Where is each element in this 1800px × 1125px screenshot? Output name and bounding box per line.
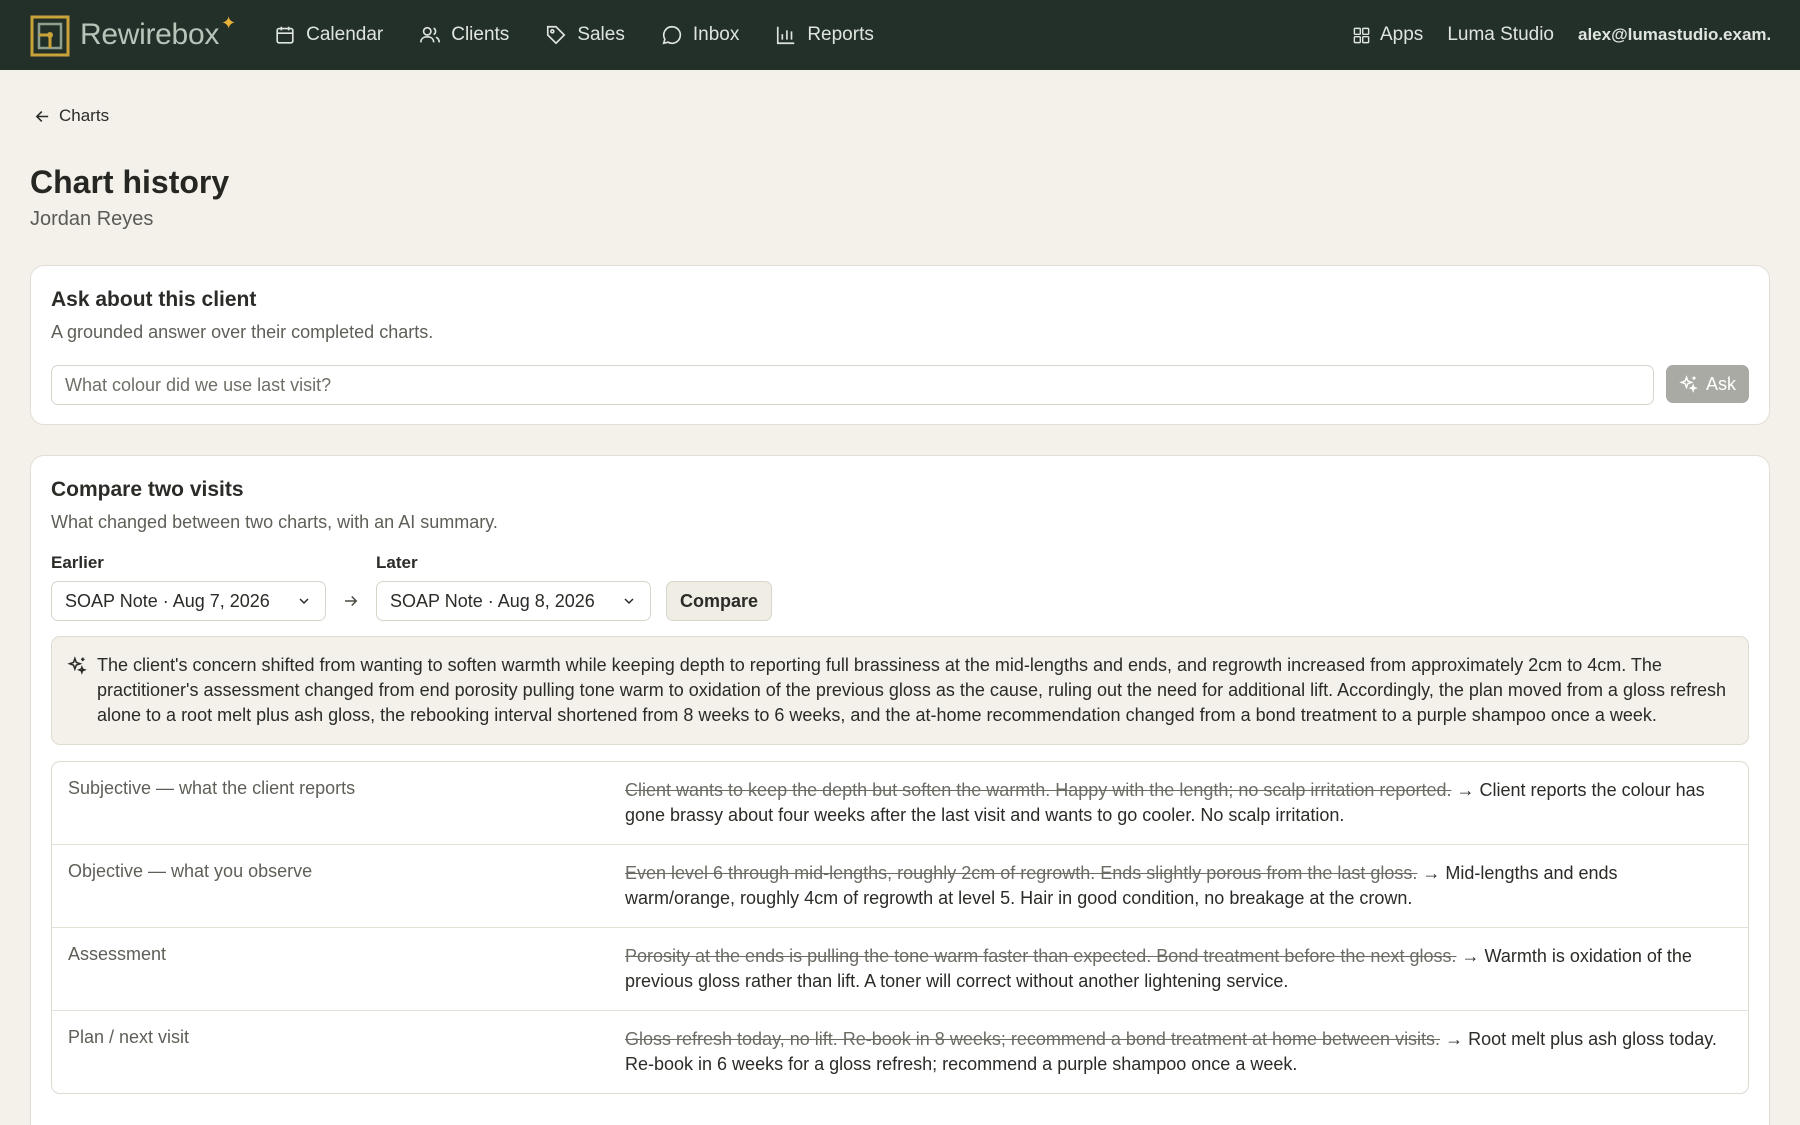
earlier-visit-value: SOAP Note · Aug 7, 2026 xyxy=(65,590,270,611)
earlier-label: Earlier xyxy=(51,553,104,572)
sparkle-icon xyxy=(1679,375,1698,393)
arrow-left-icon xyxy=(35,110,49,122)
later-picker-group: Later SOAP Note · Aug 8, 2026 xyxy=(376,553,651,621)
apps-button[interactable]: Apps xyxy=(1352,24,1423,46)
ask-card-title: Ask about this client xyxy=(51,288,257,311)
ask-client-card: Ask about this client A grounded answer … xyxy=(30,265,1770,425)
compare-card-description: What changed between two charts, with an… xyxy=(51,512,498,532)
nav-item-sales[interactable]: Sales xyxy=(545,24,625,46)
brand-name: Rewirebox xyxy=(80,18,220,51)
ai-summary-text: The client's concern shifted from wantin… xyxy=(97,655,1726,725)
nav-item-clients[interactable]: Clients xyxy=(419,24,509,46)
nav-right: Apps Luma Studio alex@lumastudio.exam... xyxy=(1352,24,1770,46)
back-to-charts-link[interactable]: Charts xyxy=(34,106,109,126)
section-label: Subjective — what the client reports xyxy=(68,778,356,798)
nav-label-reports: Reports xyxy=(807,24,874,45)
workspace-switcher[interactable]: Luma Studio xyxy=(1447,24,1554,46)
ask-button-label: Ask xyxy=(1705,373,1736,394)
change-arrow: → xyxy=(1461,946,1480,966)
earlier-visit-select[interactable]: SOAP Note · Aug 7, 2026 xyxy=(51,581,326,621)
later-label: Later xyxy=(376,553,418,572)
nav-item-reports[interactable]: Reports xyxy=(775,24,874,46)
client-name: Jordan Reyes xyxy=(30,208,154,230)
table-row: Assessment Porosity at the ends is pulli… xyxy=(52,927,1748,1010)
ai-summary: The client's concern shifted from wantin… xyxy=(51,636,1749,745)
removed-text: Porosity at the ends is pulling the tone… xyxy=(625,946,1457,966)
tag-icon xyxy=(547,25,566,45)
removed-text: Gloss refresh today, no lift. Re-book in… xyxy=(625,1029,1441,1049)
chevron-down-icon xyxy=(299,598,309,605)
table-row: Objective — what you observe Even level … xyxy=(52,844,1748,927)
removed-text: Client wants to keep the depth but softe… xyxy=(625,780,1452,800)
ask-question-input[interactable] xyxy=(51,365,1654,405)
nav-label-clients: Clients xyxy=(451,24,510,45)
section-diff: Porosity at the ends is pulling the tone… xyxy=(625,944,1732,994)
section-label: Assessment xyxy=(68,944,167,964)
chat-bubble-icon xyxy=(662,25,681,45)
nav-item-calendar[interactable]: Calendar xyxy=(274,24,383,46)
apps-label: Apps xyxy=(1380,24,1424,45)
change-arrow: → xyxy=(1422,863,1441,883)
earlier-picker-group: Earlier SOAP Note · Aug 7, 2026 xyxy=(51,553,326,621)
arrow-right-icon xyxy=(345,595,358,607)
nav-label-inbox: Inbox xyxy=(692,24,740,45)
calendar-icon xyxy=(276,26,294,44)
compare-visits-card: Compare two visits What changed between … xyxy=(30,455,1770,1125)
grid-icon xyxy=(1353,27,1370,43)
nav-label-calendar: Calendar xyxy=(306,24,384,45)
ask-card-description: A grounded answer over their completed c… xyxy=(51,322,434,342)
bar-chart-icon xyxy=(777,26,795,45)
chevron-down-icon xyxy=(624,598,634,605)
section-diff: Client wants to keep the depth but softe… xyxy=(625,778,1732,828)
section-diff: Even level 6 through mid-lengths, roughl… xyxy=(625,861,1732,911)
user-account-menu[interactable]: alex@lumastudio.exam... xyxy=(1578,25,1770,45)
brand-logo[interactable]: Rewirebox ✦ xyxy=(30,13,242,57)
back-label: Charts xyxy=(59,106,110,125)
main-nav: Calendar Clients Sales Inbox Reports xyxy=(274,24,874,46)
rewirebox-logo-icon xyxy=(30,15,70,57)
ask-button[interactable]: Ask xyxy=(1666,365,1749,403)
compare-button[interactable]: Compare xyxy=(666,581,773,621)
table-row: Subjective — what the client reports Cli… xyxy=(52,762,1748,844)
sparkle-star-icon: ✦ xyxy=(221,12,237,33)
removed-text: Even level 6 through mid-lengths, roughl… xyxy=(625,863,1418,883)
compare-card-title: Compare two visits xyxy=(51,478,244,501)
page-title: Chart history xyxy=(30,164,230,200)
table-row: Plan / next visit Gloss refresh today, n… xyxy=(52,1010,1748,1093)
change-arrow: → xyxy=(1456,780,1475,800)
users-icon xyxy=(420,26,441,43)
arrow-separator xyxy=(326,581,376,621)
section-diff: Gloss refresh today, no lift. Re-book in… xyxy=(625,1027,1732,1077)
later-visit-select[interactable]: SOAP Note · Aug 8, 2026 xyxy=(376,581,651,621)
top-nav-bar: Rewirebox ✦ Calendar Clients Sales Inbox… xyxy=(0,0,1800,70)
section-label: Objective — what you observe xyxy=(68,861,313,881)
ask-row: Ask xyxy=(51,365,1749,405)
later-visit-value: SOAP Note · Aug 8, 2026 xyxy=(390,590,595,611)
nav-label-sales: Sales xyxy=(577,24,625,45)
change-arrow: → xyxy=(1445,1029,1464,1049)
diff-table: Subjective — what the client reports Cli… xyxy=(51,761,1749,1094)
sparkle-icon xyxy=(67,656,87,675)
nav-item-inbox[interactable]: Inbox xyxy=(661,24,739,46)
visit-pickers: Earlier SOAP Note · Aug 7, 2026 Later SO… xyxy=(51,553,1749,621)
section-label: Plan / next visit xyxy=(68,1027,190,1047)
